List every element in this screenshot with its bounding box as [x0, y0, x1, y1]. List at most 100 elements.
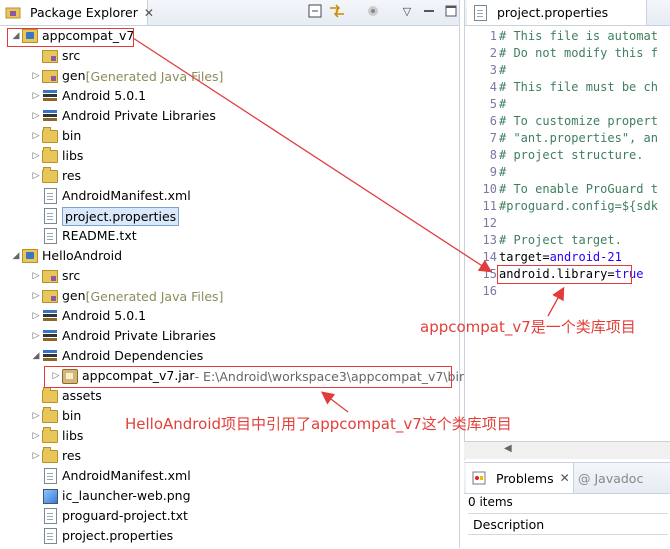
tree-item[interactable]: AndroidManifest.xml — [0, 186, 459, 206]
expanded-twisty-icon[interactable]: ◢ — [30, 351, 42, 361]
tree-item[interactable]: src — [0, 46, 459, 66]
collapse-all-icon[interactable] — [307, 3, 323, 19]
line-number: 11 — [482, 199, 497, 213]
comment-text: # — [499, 63, 507, 77]
tree-item[interactable]: proguard-project.txt — [0, 506, 459, 526]
focus-icon[interactable] — [365, 3, 381, 19]
tree-item[interactable]: project.properties — [0, 526, 459, 546]
code-line[interactable]: 9 # — [465, 164, 670, 181]
tree-item[interactable]: ◢ HelloAndroid — [0, 246, 459, 266]
tab-package-explorer[interactable]: Package Explorer ✕ — [0, 0, 154, 25]
collapsed-twisty-icon[interactable]: ▷ — [30, 91, 42, 101]
collapsed-twisty-icon[interactable]: ▷ — [30, 71, 42, 81]
code-line[interactable]: 4 # This file must be ch — [465, 79, 670, 96]
tree-item[interactable]: ◢ Android Dependencies — [0, 346, 459, 366]
tree-item[interactable]: ▷ res — [0, 446, 459, 466]
tree-item[interactable]: ▷ libs — [0, 146, 459, 166]
tree-item[interactable]: ic_launcher-web.png — [0, 486, 459, 506]
line-number: 8 — [489, 148, 497, 162]
tree-item-label: Android 5.0.1 — [62, 308, 147, 323]
folder-icon — [42, 446, 58, 464]
library-icon — [42, 348, 58, 364]
folder-icon — [42, 426, 58, 444]
code-line[interactable]: 1 # This file is automat — [465, 28, 670, 45]
xml-file-icon — [42, 188, 58, 204]
source-folder-icon — [42, 68, 58, 84]
code-line[interactable]: 5 # — [465, 96, 670, 113]
tree-item[interactable]: ▷ gen [Generated Java Files] — [0, 66, 459, 86]
tab-problems[interactable]: Problems ✕ — [466, 463, 574, 493]
comment-text: # This file must be ch — [499, 80, 658, 94]
code-editor[interactable]: 1 # This file is automat 2 # Do not modify … — [465, 28, 670, 300]
code-line[interactable]: 3 # — [465, 62, 670, 79]
tree-item[interactable]: AndroidManifest.xml — [0, 466, 459, 486]
line-number: 7 — [489, 131, 497, 145]
collapsed-twisty-icon[interactable]: ▷ — [30, 331, 42, 341]
minimize-icon[interactable] — [421, 3, 437, 19]
comment-text: # To customize propert — [499, 114, 658, 128]
tree-item[interactable]: ▷ res — [0, 166, 459, 186]
code-line[interactable]: 8 # project structure. — [465, 147, 670, 164]
comment-text: # — [499, 165, 507, 179]
tree-item[interactable]: README.txt — [0, 226, 459, 246]
horizontal-scrollbar[interactable]: ◀ — [464, 441, 670, 459]
collapsed-twisty-icon[interactable]: ▷ — [30, 291, 42, 301]
tab-javadoc[interactable]: @ Javadoc — [578, 471, 643, 486]
collapsed-twisty-icon[interactable]: ▷ — [30, 411, 42, 421]
close-icon[interactable]: ✕ — [560, 471, 570, 485]
line-number: 9 — [489, 165, 497, 179]
scroll-left-icon[interactable]: ◀ — [504, 443, 512, 454]
description-column-header[interactable]: Description — [468, 513, 668, 535]
tree-item[interactable]: ▷ Android 5.0.1 — [0, 86, 459, 106]
code-line[interactable]: 13 # Project target. — [465, 232, 670, 249]
code-line[interactable]: 7 # "ant.properties", an — [465, 130, 670, 147]
code-line[interactable]: 12 — [465, 215, 670, 232]
folder-icon — [42, 126, 58, 144]
tree-item-decoration: [Generated Java Files] — [85, 288, 224, 304]
file-icon — [42, 228, 58, 244]
collapsed-twisty-icon[interactable]: ▷ — [30, 151, 42, 161]
file-icon — [472, 4, 488, 21]
view-menu-icon[interactable]: ▽ — [399, 3, 415, 19]
comment-text: # project structure. — [499, 148, 644, 162]
line-number: 6 — [489, 114, 497, 128]
tree-item[interactable]: ▷ Android Private Libraries — [0, 326, 459, 346]
project-icon — [22, 248, 38, 264]
collapsed-twisty-icon[interactable]: ▷ — [30, 271, 42, 281]
tree-item-label: project.properties — [62, 206, 180, 226]
maximize-icon[interactable] — [443, 3, 459, 19]
tree-item[interactable]: ▷ bin — [0, 126, 459, 146]
comment-text: #proguard.config=${sdk — [499, 199, 658, 213]
expanded-twisty-icon[interactable]: ◢ — [10, 251, 22, 261]
tree-item-label: project.properties — [62, 528, 174, 543]
code-line[interactable]: 11 #proguard.config=${sdk — [465, 198, 670, 215]
link-with-editor-icon[interactable] — [329, 3, 345, 19]
collapsed-twisty-icon[interactable]: ▷ — [30, 131, 42, 141]
line-number: 13 — [482, 233, 497, 247]
tree-item[interactable]: ▷ Android Private Libraries — [0, 106, 459, 126]
code-line[interactable]: 14 target= android-21 — [465, 249, 670, 266]
collapsed-twisty-icon[interactable]: ▷ — [30, 451, 42, 461]
problems-tabbar: Problems ✕ @ Javadoc — [464, 463, 670, 494]
code-line[interactable]: 10 # To enable ProGuard t — [465, 181, 670, 198]
close-icon[interactable]: ✕ — [144, 6, 154, 20]
tree-item[interactable]: ▷ src — [0, 266, 459, 286]
collapsed-twisty-icon[interactable]: ▷ — [30, 431, 42, 441]
tree-item[interactable]: ▷ gen [Generated Java Files] — [0, 286, 459, 306]
tab-project-properties[interactable]: project.properties — [467, 0, 647, 25]
collapsed-twisty-icon[interactable]: ▷ — [30, 311, 42, 321]
line-number: 2 — [489, 46, 497, 60]
collapsed-twisty-icon[interactable]: ▷ — [30, 171, 42, 181]
property-value: android-21 — [549, 250, 622, 264]
tree-item[interactable]: project.properties — [0, 206, 459, 226]
tree-item[interactable]: assets — [0, 386, 459, 406]
code-line[interactable]: 2 # Do not modify this f — [465, 45, 670, 62]
xml-file-icon — [42, 468, 58, 484]
collapsed-twisty-icon[interactable]: ▷ — [30, 111, 42, 121]
tree-item-label: README.txt — [62, 228, 137, 243]
file-icon — [42, 508, 58, 524]
line-number: 3 — [489, 63, 497, 77]
code-line[interactable]: 6 # To customize propert — [465, 113, 670, 130]
code-line[interactable]: 16 — [465, 283, 670, 300]
tree-item[interactable]: ▷ Android 5.0.1 — [0, 306, 459, 326]
